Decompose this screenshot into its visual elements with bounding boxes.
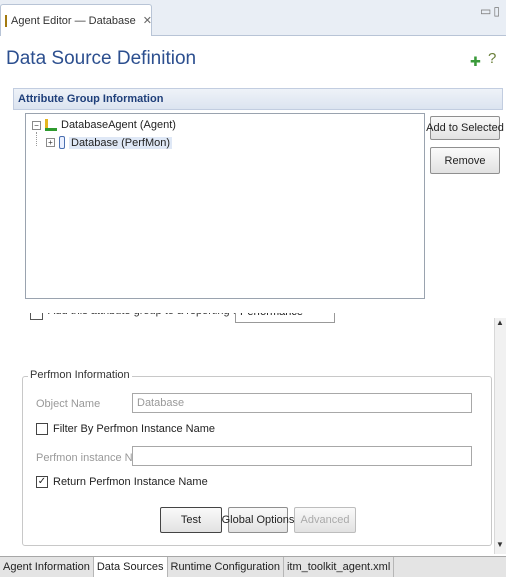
database-icon: [59, 136, 65, 149]
object-name-label: Object Name: [36, 398, 101, 410]
checkbox[interactable]: [30, 313, 43, 320]
editor-tab-title: Agent Editor — Database: [11, 14, 136, 27]
vertical-scrollbar[interactable]: [494, 318, 506, 554]
close-icon[interactable]: ✕: [143, 14, 152, 27]
return-instance-name-label: Return Perfmon Instance Name: [53, 476, 208, 488]
tree-item-database[interactable]: + Database (PerfMon): [46, 136, 173, 149]
filter-by-instance-checkbox[interactable]: [36, 423, 48, 435]
pin-icon[interactable]: ✚: [470, 54, 481, 70]
tab-runtime-configuration[interactable]: Runtime Configuration: [168, 557, 284, 577]
filter-by-instance-label: Filter By Perfmon Instance Name: [53, 423, 216, 435]
category-combo[interactable]: Performance: [235, 313, 335, 323]
section-title: Attribute Group Information: [18, 93, 164, 105]
object-name-field[interactable]: Database: [132, 393, 472, 413]
perfmon-group-title: Perfmon Information: [28, 369, 132, 381]
instance-name-field[interactable]: [132, 446, 472, 466]
attribute-group-tree[interactable]: − DatabaseAgent (Agent) + Database (Perf…: [25, 113, 425, 299]
remove-button[interactable]: Remove: [430, 147, 500, 174]
editor-tab[interactable]: Agent Editor — Database ✕: [0, 4, 152, 36]
clipped-reporting-category-row: Add this attribute group to a reporting …: [30, 313, 370, 327]
scroll-down-icon[interactable]: ▼: [494, 540, 506, 552]
tree-item-label: DatabaseAgent (Agent): [61, 119, 176, 131]
return-instance-name-checkbox[interactable]: ✓: [36, 476, 48, 488]
tree-item-root[interactable]: − DatabaseAgent (Agent): [32, 119, 176, 131]
help-icon[interactable]: ?: [488, 50, 496, 67]
tab-data-sources[interactable]: Data Sources: [93, 557, 168, 577]
global-options-button[interactable]: Global Options: [222, 507, 294, 533]
tab-agent-information[interactable]: Agent Information: [0, 557, 94, 577]
expand-icon[interactable]: +: [46, 138, 55, 147]
section-header: Attribute Group Information: [13, 88, 503, 110]
bottom-tab-bar: Agent Information Data Sources Runtime C…: [0, 556, 506, 577]
tree-item-label: Database (PerfMon): [69, 136, 173, 149]
test-button[interactable]: Test: [160, 507, 222, 533]
advanced-button[interactable]: Advanced: [294, 507, 356, 533]
agent-icon: [45, 119, 57, 131]
collapse-icon[interactable]: −: [32, 120, 41, 130]
scroll-up-icon[interactable]: ▲: [494, 318, 506, 330]
tab-itm-toolkit-agent-xml[interactable]: itm_toolkit_agent.xml: [284, 557, 395, 577]
object-name-value: Database: [137, 397, 185, 409]
minimize-maximize-icon[interactable]: ▭▯: [480, 4, 502, 18]
add-to-selected-button[interactable]: Add to Selected: [426, 116, 504, 140]
tree-connector: [36, 132, 37, 146]
agent-editor-icon: [5, 14, 7, 27]
page-title: Data Source Definition: [6, 48, 197, 69]
